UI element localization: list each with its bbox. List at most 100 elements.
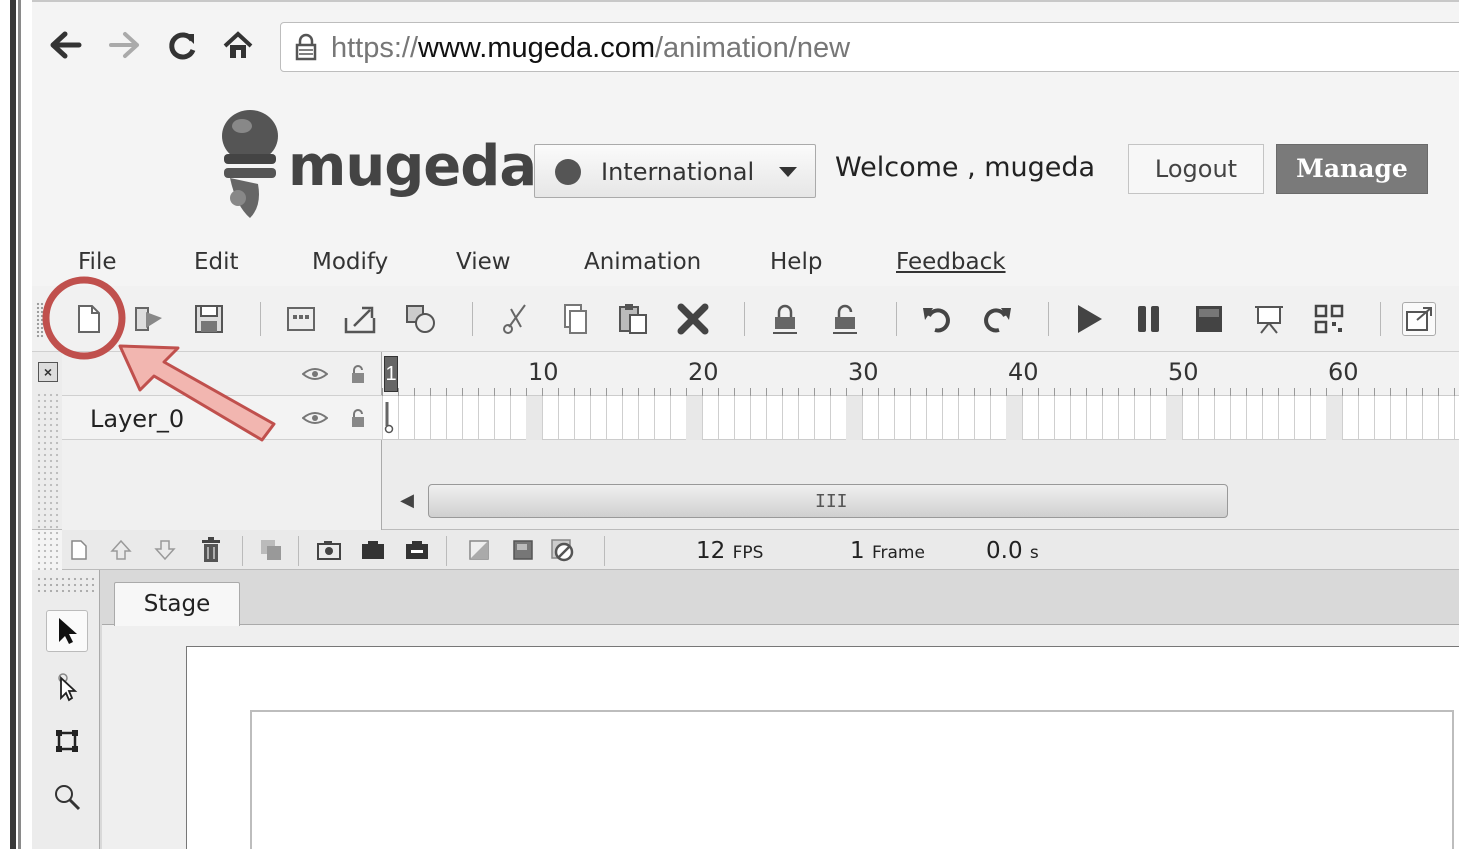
lock-icon[interactable] <box>350 408 366 428</box>
folder-button[interactable] <box>360 536 386 564</box>
logout-button[interactable]: Logout <box>1128 144 1264 194</box>
chevron-down-icon <box>779 167 797 177</box>
new-layer-button[interactable] <box>66 536 92 564</box>
language-label: International <box>601 158 755 186</box>
move-layer-up-button[interactable] <box>108 536 134 564</box>
menu-animation[interactable]: Animation <box>584 249 701 275</box>
layers-header <box>62 352 382 396</box>
fps-unit: FPS <box>732 543 764 563</box>
redo-icon <box>984 308 1011 333</box>
menu-help[interactable]: Help <box>770 249 822 275</box>
frame-ruler[interactable]: 1 10 20 30 40 50 60 <box>382 352 1459 396</box>
home-button[interactable] <box>218 30 258 70</box>
menu-view[interactable]: View <box>456 249 511 275</box>
back-button[interactable] <box>46 30 86 70</box>
snapshot-button[interactable] <box>316 536 342 564</box>
folder-remove-button[interactable] <box>404 536 430 564</box>
reload-icon <box>169 32 196 60</box>
layer-group-button[interactable] <box>258 536 284 564</box>
menu-edit[interactable]: Edit <box>194 249 239 275</box>
playhead[interactable]: 1 <box>384 356 398 392</box>
delete-icon <box>677 303 709 335</box>
pause-icon <box>1138 306 1159 332</box>
save-button[interactable] <box>192 302 226 336</box>
presentation-icon <box>1255 306 1283 334</box>
guide-button[interactable] <box>510 536 536 564</box>
url-scheme: https:// <box>331 32 419 64</box>
frame-row[interactable] <box>382 396 1459 440</box>
layer-row[interactable]: Layer_0 <box>62 396 382 440</box>
arrow-right-icon <box>109 32 139 58</box>
frames-area[interactable]: 1 10 20 30 40 50 60 <box>382 352 1459 440</box>
redo-button[interactable] <box>980 302 1014 336</box>
hide-button[interactable] <box>550 536 576 564</box>
lock-button[interactable] <box>768 302 802 336</box>
play-icon <box>1078 305 1102 333</box>
tab-stage[interactable]: Stage <box>114 582 240 626</box>
url-host: www.mugeda.com <box>418 32 655 64</box>
convert-button[interactable] <box>404 302 438 336</box>
undo-button[interactable] <box>920 302 954 336</box>
transform-tool-button[interactable] <box>46 720 88 762</box>
tools-panel <box>32 570 100 849</box>
stage-frame[interactable] <box>250 710 1454 849</box>
symbol-button[interactable] <box>284 302 318 336</box>
cut-button[interactable] <box>498 302 532 336</box>
copy-button[interactable] <box>558 302 592 336</box>
fps-readout[interactable]: 12 FPS <box>696 538 763 564</box>
play-button[interactable] <box>1072 302 1106 336</box>
delete-layer-button[interactable] <box>198 536 224 564</box>
delete-button[interactable] <box>676 302 710 336</box>
stop-button[interactable] <box>1192 302 1226 336</box>
url-path: /animation/new <box>654 32 851 64</box>
scrollbar-thumb[interactable]: III <box>428 484 1228 518</box>
presentation-button[interactable] <box>1252 302 1286 336</box>
timeline-grip[interactable] <box>36 392 60 572</box>
timeline-scrollbar[interactable]: ◀ III <box>392 480 1459 520</box>
scroll-left-icon[interactable]: ◀ <box>392 486 422 514</box>
paste-button[interactable] <box>616 302 650 336</box>
close-icon[interactable]: × <box>38 362 58 382</box>
open-button[interactable] <box>132 302 166 336</box>
menu-file[interactable]: File <box>78 249 117 275</box>
mask-button[interactable] <box>466 536 492 564</box>
language-select[interactable]: International <box>534 144 816 198</box>
lock-icon <box>295 33 317 61</box>
export-icon <box>344 306 376 334</box>
export-button[interactable] <box>344 302 378 336</box>
pause-button[interactable] <box>1132 302 1166 336</box>
popout-button[interactable] <box>1402 302 1436 336</box>
manage-button[interactable]: Manage <box>1276 144 1428 194</box>
forward-button[interactable] <box>104 30 144 70</box>
main-toolbar <box>32 286 1459 352</box>
select-arrow-icon <box>59 618 77 644</box>
toolbar-grip[interactable] <box>36 302 44 338</box>
no-symbol-icon <box>551 539 574 562</box>
open-icon <box>135 307 162 331</box>
reload-button[interactable] <box>162 30 202 70</box>
move-layer-down-button[interactable] <box>152 536 178 564</box>
zoom-tool-button[interactable] <box>46 776 88 818</box>
app-window: https://www.mugeda.com/animation/new mug… <box>32 0 1459 849</box>
lock-icon <box>773 304 797 334</box>
layers-icon <box>261 540 281 560</box>
new-file-button[interactable] <box>72 302 106 336</box>
keyframe-marker[interactable] <box>384 402 394 434</box>
eye-icon[interactable] <box>302 411 328 425</box>
lock-icon[interactable] <box>350 364 366 384</box>
select-tool-button[interactable] <box>46 610 88 652</box>
menu-feedback[interactable]: Feedback <box>896 249 1006 275</box>
mask-icon <box>469 540 489 560</box>
eye-icon[interactable] <box>302 367 328 381</box>
qr-code-button[interactable] <box>1312 302 1346 336</box>
tools-grip[interactable] <box>36 576 94 596</box>
unlock-button[interactable] <box>828 302 862 336</box>
arrow-up-icon <box>110 539 132 560</box>
mugeda-logo[interactable]: mugeda <box>216 106 537 226</box>
frame-band <box>1326 396 1342 440</box>
subselect-tool-button[interactable] <box>46 666 88 708</box>
toolbar-separator <box>1380 302 1381 336</box>
address-bar[interactable]: https://www.mugeda.com/animation/new <box>280 22 1459 72</box>
menu-modify[interactable]: Modify <box>312 249 388 275</box>
toolbar-separator <box>472 302 473 336</box>
